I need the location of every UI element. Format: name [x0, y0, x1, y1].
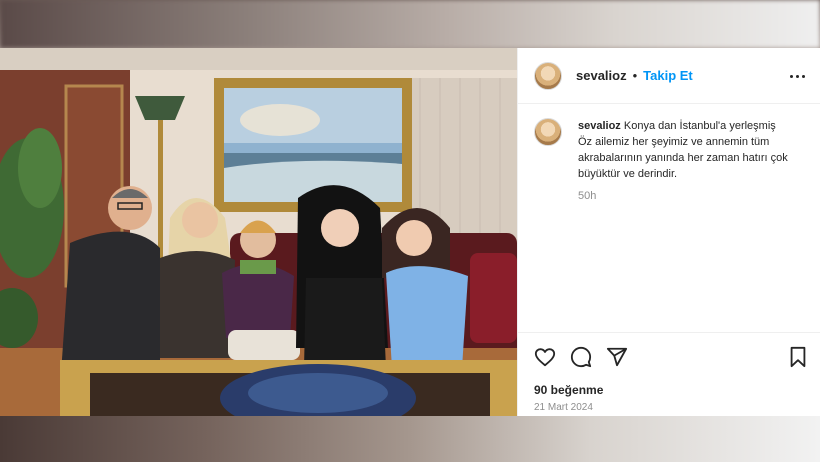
post-header: sevalioz • Takip Et	[518, 48, 820, 104]
likes-count[interactable]: 90 beğenme	[534, 383, 603, 397]
family-photo-illustration	[0, 48, 517, 416]
blurred-background-top	[0, 0, 820, 48]
caption-avatar[interactable]	[534, 118, 562, 146]
post-date: 21 Mart 2024	[534, 402, 593, 413]
share-icon[interactable]	[606, 346, 628, 368]
heart-icon[interactable]	[534, 346, 556, 368]
post-photo[interactable]	[0, 48, 517, 416]
separator-dot: •	[632, 68, 638, 83]
comment-icon[interactable]	[570, 346, 592, 368]
more-options-icon[interactable]	[787, 66, 807, 86]
username-link[interactable]: sevalioz	[576, 68, 627, 83]
blurred-background-bottom	[0, 416, 820, 462]
avatar[interactable]	[534, 61, 562, 90]
person-4	[296, 185, 388, 368]
post-detail-panel: sevalioz • Takip Et sevalioz Konya dan İ…	[517, 48, 820, 416]
action-bar	[534, 346, 809, 368]
divider	[518, 332, 820, 333]
caption-username[interactable]: sevalioz	[578, 120, 621, 132]
bookmark-icon[interactable]	[787, 346, 809, 368]
caption: sevalioz Konya dan İstanbul'a yerleşmiş …	[534, 118, 814, 202]
follow-button[interactable]: Takip Et	[643, 68, 693, 83]
caption-text-block: sevalioz Konya dan İstanbul'a yerleşmiş …	[578, 118, 788, 182]
time-ago: 50h	[578, 190, 597, 202]
